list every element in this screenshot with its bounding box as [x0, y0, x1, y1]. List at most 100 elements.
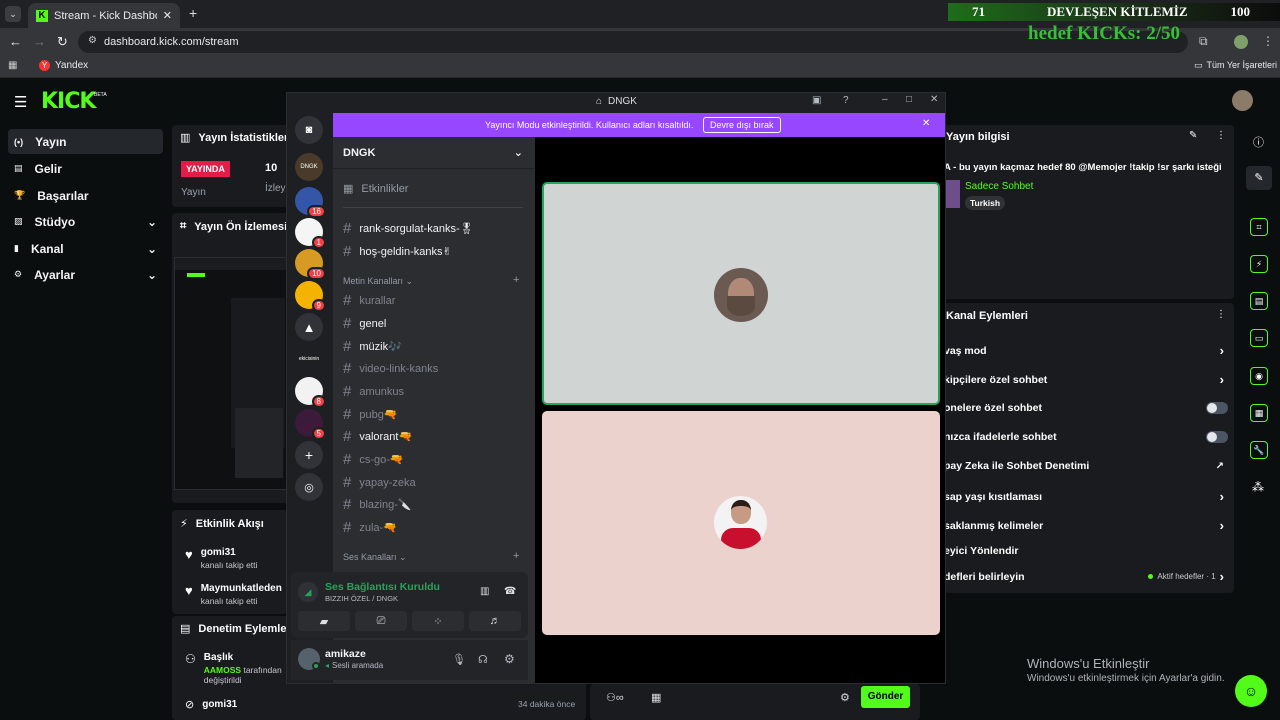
noise-suppression-icon[interactable]: ▥ [480, 586, 489, 597]
info-menu-icon[interactable]: ⋮ [1216, 130, 1226, 141]
hamburger-icon[interactable]: ☰ [14, 93, 27, 111]
chat-settings-icon[interactable]: ⚙ [840, 691, 850, 704]
channel-item[interactable]: # video-link-kanks [343, 360, 438, 377]
channel-item[interactable]: # pubg🔫 [343, 406, 398, 423]
text-category[interactable]: Metin Kanalları ⌄ [343, 276, 413, 287]
store-icon[interactable]: ▦ [651, 691, 661, 704]
channel-item[interactable]: # rank-sorgulat-kanks-🎖 [343, 220, 474, 237]
channel-item[interactable]: # blazing-🔪 [343, 496, 412, 513]
edit-rail-button[interactable]: ✎ [1246, 166, 1272, 190]
all-bookmarks[interactable]: ▭ Tüm Yer İşaretleri [1194, 60, 1277, 71]
channel-item[interactable]: # amunkus [343, 383, 404, 400]
action-row[interactable]: onelere özel sohbet [944, 402, 1234, 414]
discord-home-icon[interactable]: ◙ [295, 116, 323, 144]
nav-studyo[interactable]: ▨ Stüdyo ⌄ [8, 209, 163, 234]
inbox-icon[interactable]: ▣ [812, 95, 821, 106]
browser-menu-icon[interactable]: ⋮ [1262, 34, 1274, 48]
rail-layout-icon[interactable]: ▦ [1250, 404, 1268, 422]
channel-item[interactable]: # kurallar [343, 292, 395, 309]
stream-preview-image[interactable] [174, 257, 287, 490]
server-header[interactable]: DNGK ⌄ [333, 137, 535, 169]
help-icon[interactable]: ? [843, 95, 849, 106]
actions-menu-icon[interactable]: ⋮ [1216, 309, 1226, 320]
user-avatar[interactable] [1232, 90, 1253, 111]
rail-preview-icon[interactable]: ⌗ [1250, 218, 1268, 236]
reload-icon[interactable]: ↻ [57, 34, 68, 50]
headphones-icon[interactable]: ☊ [478, 653, 488, 666]
nav-gelir[interactable]: ▤ Gelir [8, 156, 163, 181]
action-row[interactable]: eyici Yönlendir [944, 545, 1234, 557]
channel-item[interactable]: # zula-🔫 [343, 519, 397, 536]
action-row[interactable]: vaş mod › [944, 343, 1234, 358]
guild-text[interactable]: ekicisinin [295, 345, 323, 373]
new-tab-icon[interactable]: + [189, 5, 197, 21]
rail-more-icon[interactable]: ⁂ [1252, 480, 1264, 494]
mic-icon[interactable]: 🎙 [452, 653, 466, 666]
guild-triangle-icon[interactable]: ▲ [295, 313, 323, 341]
site-info-icon[interactable]: ⚙ [88, 35, 97, 46]
rail-chat-icon[interactable]: ▭ [1250, 329, 1268, 347]
events-item[interactable]: ▦ Etkinlikler [343, 182, 408, 196]
action-row[interactable]: sap yaşı kısıtlaması › [944, 489, 1234, 504]
browser-tab[interactable]: K Stream - Kick Dashboard ✕ [28, 3, 180, 28]
url-field[interactable]: dashboard.kick.com/stream [78, 31, 1188, 53]
category-name[interactable]: Sadece Sohbet [965, 181, 1033, 192]
guild-icon[interactable]: 8 [295, 377, 326, 408]
rail-broadcast-icon[interactable]: ◉ [1250, 367, 1268, 385]
edit-info-icon[interactable]: ✎ [1189, 130, 1197, 141]
profile-avatar[interactable] [1234, 35, 1248, 49]
maximize-icon[interactable]: □ [906, 94, 912, 105]
guild-icon[interactable]: 16 [295, 187, 326, 218]
activities-button[interactable]: ⁘ [412, 611, 464, 631]
add-voice-channel-icon[interactable]: + [513, 550, 519, 562]
nav-basarilar[interactable]: 🏆 Başarılar [8, 183, 163, 208]
toggle-switch[interactable] [1206, 431, 1228, 443]
rail-clipboard-icon[interactable]: ▤ [1250, 292, 1268, 310]
nav-yayin[interactable]: (•) Yayın [8, 129, 163, 154]
action-row[interactable]: kipçilere özel sohbet › [944, 372, 1234, 387]
rail-lightning-icon[interactable]: ⚡ [1250, 255, 1268, 273]
disable-streamer-mode-button[interactable]: Devre dışı bırak [703, 117, 781, 133]
screen-share-button[interactable]: ⎚ [355, 611, 407, 631]
nav-kanal[interactable]: ▮ Kanal ⌄ [8, 236, 163, 261]
nav-ayarlar[interactable]: ⚙ Ayarlar ⌄ [8, 262, 163, 287]
guild-icon[interactable]: 9 [295, 281, 326, 312]
username[interactable]: amikaze [325, 648, 366, 660]
channel-item[interactable]: # genel [343, 315, 386, 332]
soundboard-button[interactable]: ♬ [469, 611, 521, 631]
disconnect-icon[interactable]: ☎ [504, 586, 516, 597]
action-row[interactable]: defleri belirleyin Aktif hedefler · 1 › [944, 569, 1234, 584]
back-icon[interactable]: ← [9, 34, 22, 49]
voice-status[interactable]: Ses Bağlantısı Kuruldu [325, 581, 440, 593]
discover-icon[interactable]: ◎ [295, 473, 323, 501]
channel-item[interactable]: # yapay-zeka [343, 474, 416, 491]
action-row[interactable]: saklanmış kelimeler › [944, 518, 1234, 533]
extensions-icon[interactable]: ⧉ [1199, 34, 1208, 49]
rail-wrench-icon[interactable]: 🔧 [1250, 441, 1268, 459]
guild-dngk[interactable]: DNGK [295, 153, 323, 181]
channel-item[interactable]: # müzik🎶 [343, 338, 402, 355]
add-channel-icon[interactable]: + [513, 274, 519, 286]
voice-category[interactable]: Ses Kanalları ⌄ [343, 552, 407, 563]
channel-item[interactable]: # valorant🔫 [343, 428, 412, 445]
tab-list-button[interactable]: ⌄ [5, 6, 21, 22]
action-row[interactable]: pay Zeka ile Sohbet Denetimi ↗ [944, 460, 1234, 472]
emote-icon[interactable]: ⚇∞ [606, 691, 624, 704]
toggle-switch[interactable] [1206, 402, 1228, 414]
bookmark-yandex[interactable]: Y Yandex [39, 60, 88, 71]
minimize-icon[interactable]: – [882, 94, 888, 105]
help-chat-button[interactable]: ☺ [1235, 675, 1267, 707]
add-server-icon[interactable]: + [295, 441, 323, 469]
user-settings-icon[interactable]: ⚙ [504, 652, 515, 666]
kick-logo[interactable]: KICK [41, 89, 96, 114]
apps-icon[interactable]: ▦ [8, 60, 17, 71]
close-icon[interactable]: ✕ [930, 94, 938, 105]
camera-button[interactable]: ▰ [298, 611, 350, 631]
send-button[interactable]: Gönder [861, 686, 910, 708]
guild-icon[interactable]: 10 [295, 249, 326, 280]
close-tab-icon[interactable]: ✕ [163, 9, 172, 22]
channel-item[interactable]: # cs-go-🔫 [343, 451, 404, 468]
guild-icon[interactable]: 5 [295, 409, 326, 440]
info-icon[interactable]: ⓘ [1253, 134, 1264, 150]
channel-item[interactable]: # hoş-geldin-kanks✌ [343, 243, 452, 260]
